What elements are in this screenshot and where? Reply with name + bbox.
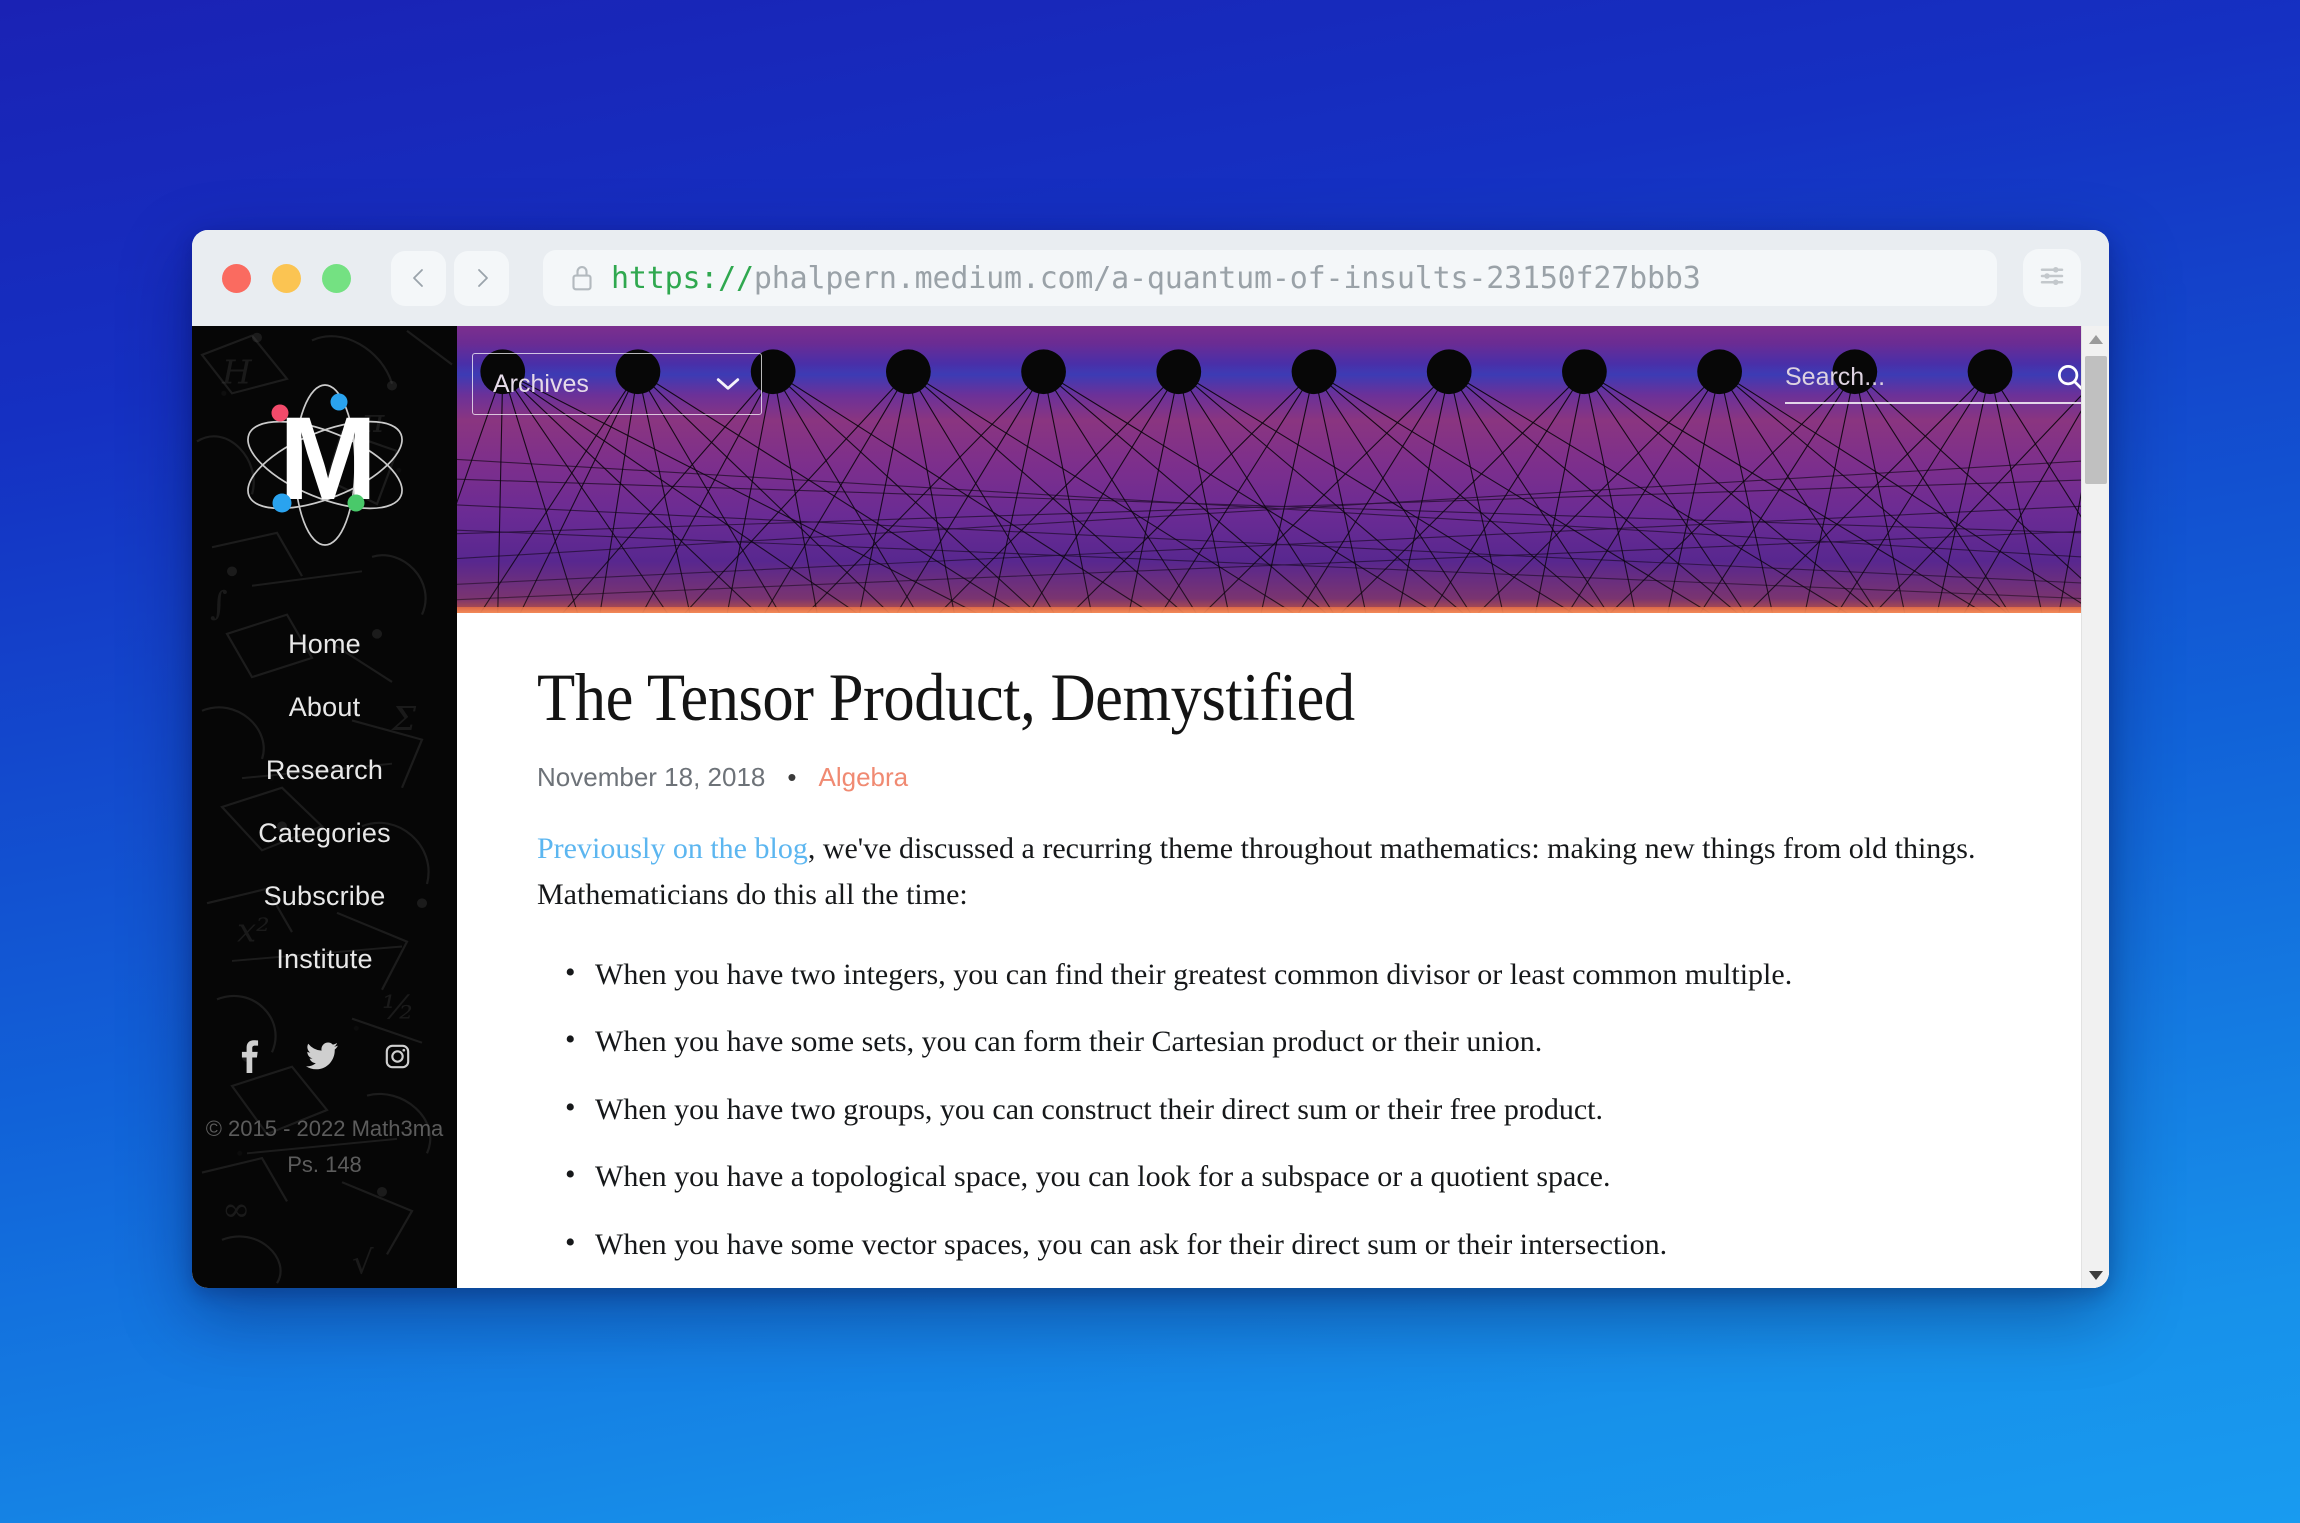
math3ma-atom-logo-icon: M bbox=[246, 383, 403, 546]
article: The Tensor Product, Demystified November… bbox=[457, 613, 2109, 1288]
twitter-icon[interactable] bbox=[306, 1042, 338, 1070]
page-scrollbar[interactable] bbox=[2081, 326, 2109, 1288]
maximize-window-button[interactable] bbox=[322, 263, 351, 293]
scrollbar-thumb[interactable] bbox=[2085, 356, 2107, 484]
search-field[interactable]: Search... bbox=[1785, 362, 2085, 404]
list-item: When you have two groups, you can constr… bbox=[565, 1085, 2023, 1133]
svg-text:√: √ bbox=[352, 1243, 374, 1281]
page-viewport: Hπ ∫ Σ x² ½ ∞ √ M Home About Research Ca… bbox=[192, 326, 2109, 1288]
article-date: November 18, 2018 bbox=[537, 762, 766, 793]
instagram-icon[interactable] bbox=[384, 1043, 411, 1070]
lock-icon bbox=[569, 263, 595, 293]
sidebar-item-subscribe[interactable]: Subscribe bbox=[192, 865, 457, 928]
banner-controls: Archives Search... bbox=[457, 326, 2109, 613]
address-bar[interactable]: https://phalpern.medium.com/a-quantum-of… bbox=[543, 250, 1997, 306]
browser-chrome: https://phalpern.medium.com/a-quantum-of… bbox=[192, 230, 2109, 326]
article-meta: November 18, 2018 • Algebra bbox=[537, 762, 2023, 793]
page-title: The Tensor Product, Demystified bbox=[537, 659, 1355, 735]
site-content: Archives Search... The Tensor Product, D bbox=[457, 326, 2109, 1288]
browser-settings-button[interactable] bbox=[2023, 249, 2081, 307]
url-host-path: phalpern.medium.com/a-quantum-of-insults… bbox=[753, 260, 1701, 296]
svg-text:∞: ∞ bbox=[222, 1190, 250, 1228]
sidebar-item-about[interactable]: About bbox=[192, 676, 457, 739]
sidebar-item-research[interactable]: Research bbox=[192, 739, 457, 802]
facebook-icon[interactable] bbox=[238, 1039, 260, 1073]
list-item: When you have some sets, you can form th… bbox=[565, 1017, 2023, 1065]
meta-separator: • bbox=[787, 762, 797, 793]
archives-dropdown[interactable]: Archives bbox=[472, 353, 762, 415]
url-text: https://phalpern.medium.com/a-quantum-of… bbox=[611, 261, 1701, 296]
navigation-buttons bbox=[391, 250, 509, 306]
site-banner: Archives Search... bbox=[457, 326, 2109, 613]
list-item: When you have some vector spaces, you ca… bbox=[565, 1220, 2023, 1268]
scroll-down-arrow-icon[interactable] bbox=[2082, 1262, 2109, 1288]
sidebar-footer: © 2015 - 2022 Math3ma Ps. 148 bbox=[206, 1111, 444, 1184]
url-scheme: https:// bbox=[611, 260, 754, 296]
article-bullet-list: When you have two integers, you can find… bbox=[537, 950, 2023, 1288]
window-traffic-lights bbox=[222, 263, 351, 293]
previously-on-blog-link[interactable]: Previously on the blog bbox=[537, 832, 808, 865]
sidebar-item-categories[interactable]: Categories bbox=[192, 802, 457, 865]
scroll-up-arrow-icon[interactable] bbox=[2082, 326, 2109, 352]
sidebar-item-home[interactable]: Home bbox=[192, 613, 457, 676]
article-intro-paragraph: Previously on the blog, we've discussed … bbox=[537, 826, 2023, 917]
list-item: When you have two integers, you can find… bbox=[565, 950, 2023, 998]
sliders-icon bbox=[2037, 261, 2067, 296]
minimize-window-button[interactable] bbox=[272, 263, 301, 293]
list-item: When you have a topological space, you c… bbox=[565, 1152, 2023, 1200]
sidebar-item-institute[interactable]: Institute bbox=[192, 928, 457, 991]
site-logo[interactable]: M bbox=[225, 372, 425, 557]
archives-label: Archives bbox=[493, 369, 589, 398]
verse-text: Ps. 148 bbox=[287, 1152, 362, 1178]
search-placeholder: Search... bbox=[1785, 362, 1886, 391]
close-window-button[interactable] bbox=[222, 263, 251, 293]
chevron-right-icon bbox=[470, 266, 494, 290]
copyright-text: © 2015 - 2022 Math3ma bbox=[205, 1116, 444, 1141]
back-button[interactable] bbox=[391, 250, 446, 306]
site-sidebar: Hπ ∫ Σ x² ½ ∞ √ M Home About Research Ca… bbox=[192, 326, 457, 1288]
browser-window: https://phalpern.medium.com/a-quantum-of… bbox=[192, 230, 2109, 1288]
chevron-left-icon bbox=[407, 266, 431, 290]
social-links bbox=[238, 1039, 411, 1073]
scrollbar-track[interactable] bbox=[2082, 352, 2109, 1262]
site-navigation: Home About Research Categories Subscribe… bbox=[192, 613, 457, 991]
svg-text:½: ½ bbox=[382, 988, 415, 1026]
forward-button[interactable] bbox=[454, 250, 509, 306]
article-category-link[interactable]: Algebra bbox=[818, 762, 908, 793]
chevron-down-icon bbox=[715, 376, 741, 392]
